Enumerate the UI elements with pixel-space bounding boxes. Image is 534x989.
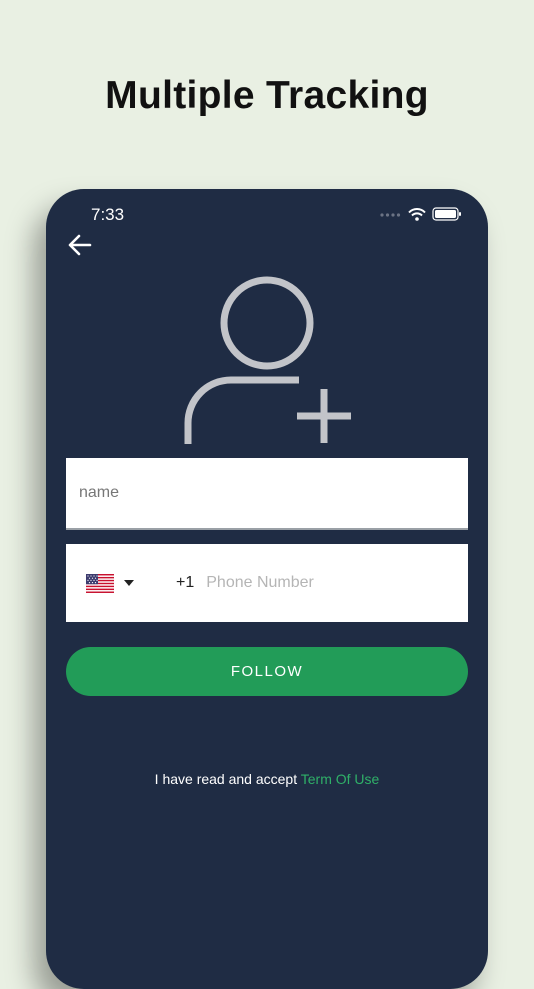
battery-icon: [432, 207, 461, 221]
terms-text: I have read and accept Term Of Use: [46, 771, 488, 787]
us-flag-icon: [86, 573, 114, 593]
chevron-down-icon: [124, 580, 134, 586]
country-picker[interactable]: [86, 573, 134, 593]
terms-link[interactable]: Term Of Use: [301, 771, 380, 787]
phone-frame: 7:33 name +1 Phone Number FOLLOW I have …: [46, 189, 488, 989]
signal-icon: [380, 213, 401, 217]
status-icons: [380, 207, 462, 221]
follow-button[interactable]: FOLLOW: [66, 647, 468, 696]
name-input[interactable]: [66, 458, 468, 528]
page-headline: Multiple Tracking: [105, 74, 429, 117]
dial-code: +1: [176, 574, 195, 591]
wifi-icon: [408, 207, 426, 221]
phone-field-container: +1: [66, 544, 468, 622]
add-user-icon: [184, 276, 351, 444]
status-time: 7:33: [91, 205, 125, 224]
phone-number-input[interactable]: [204, 573, 429, 593]
terms-prefix: I have read and accept: [154, 771, 298, 787]
name-field-container: [66, 458, 468, 530]
back-arrow-icon[interactable]: [66, 231, 94, 259]
